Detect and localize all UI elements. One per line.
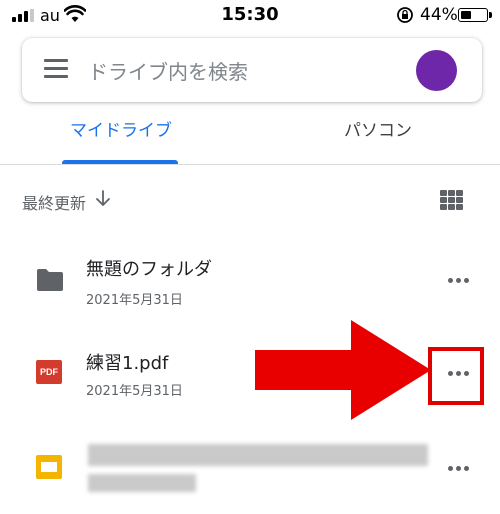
rotation-lock-icon xyxy=(397,7,413,23)
pdf-icon: PDF xyxy=(36,360,62,384)
folder-icon xyxy=(37,269,63,291)
battery-percent: 44% xyxy=(420,5,458,25)
file-name: 練習1.pdf xyxy=(86,353,169,374)
annotation-highlight-box xyxy=(428,347,484,405)
tab-my-drive[interactable]: マイドライブ xyxy=(62,108,180,164)
file-row-folder[interactable]: 無題のフォルダ 2021年5月31日 xyxy=(0,238,500,326)
file-date: 2021年5月31日 xyxy=(86,293,183,308)
sort-label[interactable]: 最終更新 xyxy=(22,190,86,214)
more-options-button[interactable] xyxy=(440,458,476,478)
file-date: 2021年5月31日 xyxy=(86,384,183,399)
arrow-down-icon[interactable] xyxy=(94,189,112,209)
search-bar[interactable]: ドライブ内を検索 xyxy=(22,38,482,102)
grid-view-icon[interactable] xyxy=(440,190,464,210)
battery-icon xyxy=(458,8,492,22)
slides-icon xyxy=(36,455,62,479)
file-row-slides[interactable] xyxy=(0,422,500,510)
avatar[interactable] xyxy=(416,50,457,91)
status-bar: au 15:30 44% xyxy=(0,0,500,30)
file-name: 無題のフォルダ xyxy=(86,259,212,280)
more-options-button[interactable] xyxy=(440,270,476,290)
annotation-arrow-icon xyxy=(255,320,431,420)
search-input[interactable]: ドライブ内を検索 xyxy=(88,56,248,85)
tab-computers[interactable]: パソコン xyxy=(318,108,438,164)
hamburger-menu-icon[interactable] xyxy=(44,59,70,79)
tabs-divider xyxy=(0,164,500,165)
